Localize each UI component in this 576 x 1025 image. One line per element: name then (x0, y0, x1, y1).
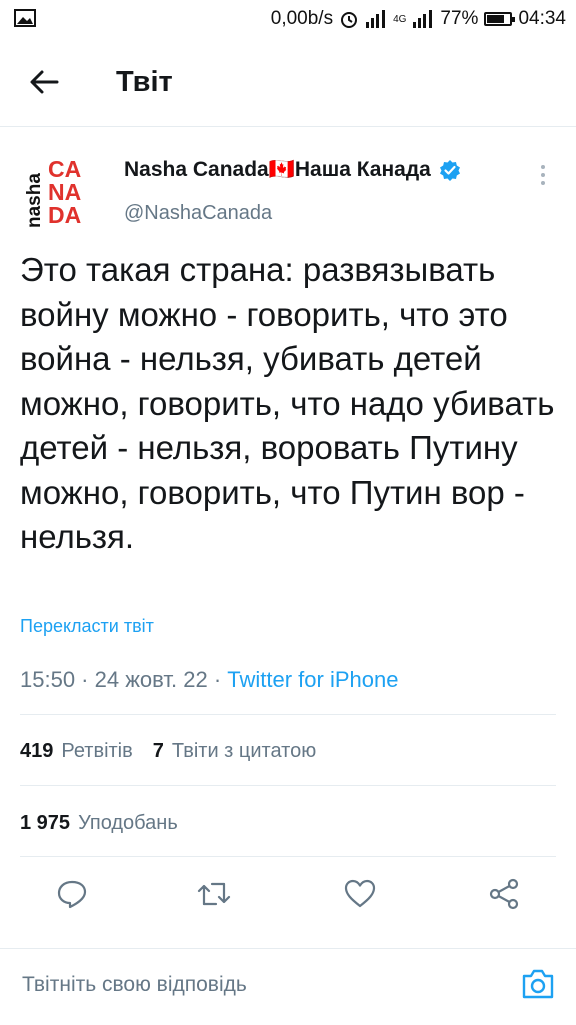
network-type: 4G (393, 13, 407, 25)
meta-separator: · (207, 667, 228, 692)
svg-text:DA: DA (48, 202, 81, 228)
heart-icon (344, 879, 376, 908)
likes-label: Уподобань (78, 812, 178, 834)
quotes-label: Твіти з цитатою (171, 740, 317, 762)
retweet-button[interactable] (196, 876, 232, 912)
divider (20, 856, 556, 857)
status-bar: 0,00b/s 4G 77% 04:34 (0, 0, 576, 38)
translate-tweet-link[interactable]: Перекласти твіт (20, 616, 154, 637)
arrow-left-icon (30, 70, 59, 94)
battery-fill (487, 15, 505, 23)
camera-button[interactable] (520, 967, 556, 1003)
retweets-count: 419 (20, 740, 54, 762)
reply-icon (57, 880, 87, 909)
meta-separator: · (75, 667, 95, 692)
tweet-actions (0, 868, 576, 922)
quotes-count: 7 (152, 740, 164, 762)
status-right: 0,00b/s 4G 77% 04:34 (265, 6, 566, 32)
share-button[interactable] (486, 876, 522, 912)
reply-input[interactable]: Твітніть свою відповідь (22, 973, 247, 997)
alarm-icon (341, 12, 358, 28)
top-app-bar: Твіт (0, 38, 576, 127)
reply-button[interactable] (54, 876, 90, 912)
reply-bar: Твітніть свою відповідь (0, 948, 576, 1025)
net-speed: 0,00b/s (270, 8, 334, 29)
likes-count: 1 975 (20, 812, 71, 834)
svg-text:nasha: nasha (24, 173, 45, 228)
tweet-text: Это такая страна: развязывать войну можн… (20, 251, 555, 555)
tweet-meta: 15:50 · 24 жовт. 22 · Twitter for iPhone (20, 667, 398, 693)
tweet-date: 24 жовт. 22 (94, 667, 208, 692)
nasha-canada-logo: nasha CA NA DA (20, 150, 100, 230)
tweet-time: 15:50 (20, 667, 76, 692)
divider (20, 785, 556, 786)
avatar[interactable]: nasha CA NA DA (20, 150, 100, 230)
clock: 04:34 (518, 8, 566, 29)
divider (20, 714, 556, 715)
more-vertical-icon (541, 165, 545, 185)
battery-icon (484, 12, 516, 26)
author-name[interactable]: Nasha Canada🇨🇦Наша Канада (124, 158, 461, 182)
camera-icon (522, 969, 554, 999)
verified-badge-icon (439, 160, 460, 181)
quotes-stat[interactable]: 7 Твіти з цитатою (153, 740, 316, 763)
tweet-source-link[interactable]: Twitter for iPhone (227, 667, 398, 693)
page-title: Твіт (116, 66, 173, 98)
back-button[interactable] (26, 64, 62, 100)
signal-icon (413, 10, 433, 28)
retweet-icon (197, 882, 231, 906)
author-display-name: Nasha Canada🇨🇦Наша Канада (124, 158, 431, 181)
signal-icon (366, 10, 386, 28)
retweet-stats: 419 Ретвітів 7 Твіти з цитатою (20, 740, 316, 763)
retweets-stat[interactable]: 419 Ретвітів (20, 740, 133, 763)
author-handle[interactable]: @NashaCanada (124, 202, 272, 225)
image-notification-icon (14, 9, 36, 27)
likes-stats[interactable]: 1 975 Уподобань (20, 812, 178, 835)
more-options-button[interactable] (532, 160, 554, 190)
retweets-label: Ретвітів (61, 740, 133, 762)
battery-percent: 77% (440, 8, 479, 29)
share-icon (489, 878, 519, 910)
like-button[interactable] (342, 876, 378, 912)
